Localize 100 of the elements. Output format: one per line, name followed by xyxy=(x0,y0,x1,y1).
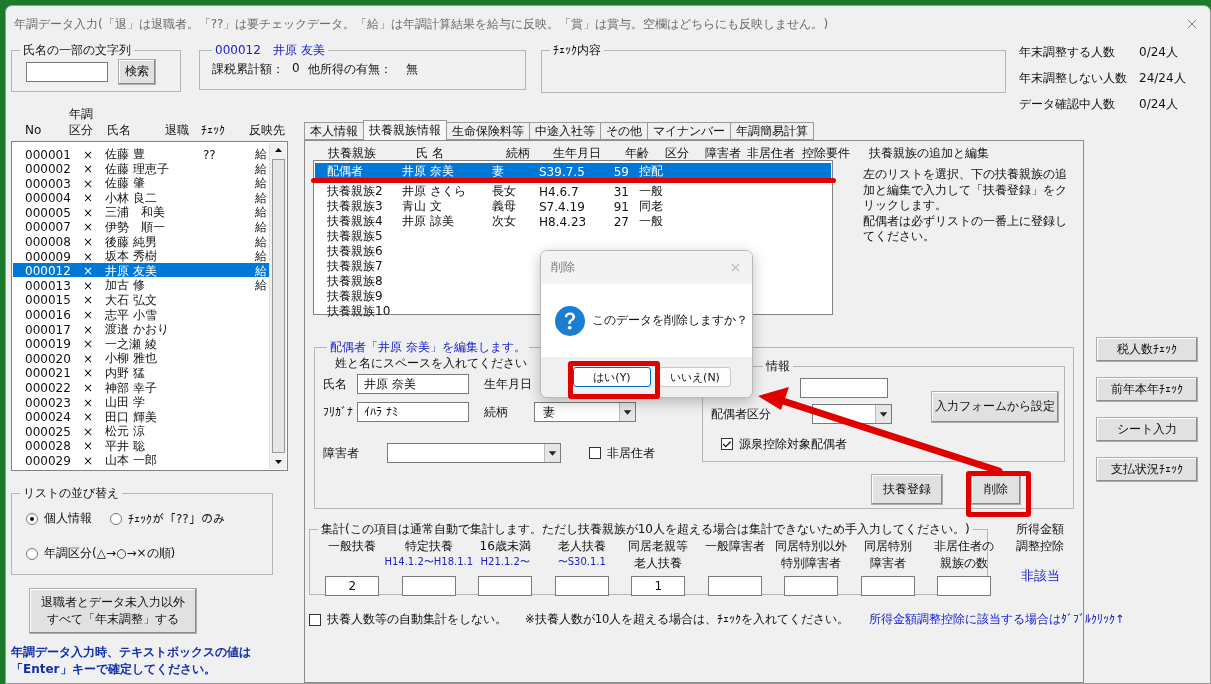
radio-option[interactable]: 個人情報 xyxy=(26,510,92,527)
tab[interactable]: その他 xyxy=(600,122,648,140)
side-button[interactable]: 税人数ﾁｪｯｸ xyxy=(1096,337,1198,362)
total-label: 親族の数 xyxy=(940,555,989,573)
count-field[interactable] xyxy=(401,576,456,596)
column-header: 年調区分 xyxy=(69,105,94,138)
list-row[interactable]: 000001 × 佐藤 豊 ?? 給 xyxy=(13,146,269,161)
dialog-button[interactable]: いいえ(N) xyxy=(659,367,731,387)
count-field[interactable] xyxy=(784,576,839,596)
list-row[interactable]: 000003 × 佐藤 肇 給 xyxy=(13,175,269,190)
help-text: 配偶者は必ずリストの一番上に登録してください。 xyxy=(863,213,1068,245)
register-button[interactable]: 扶養登録 xyxy=(871,474,943,505)
list-row[interactable]: 000020 × 小柳 雅也 xyxy=(13,350,269,365)
count-field[interactable] xyxy=(860,576,915,596)
tab[interactable]: 中途入社等 xyxy=(529,122,601,140)
count-field[interactable] xyxy=(707,576,762,596)
count-field[interactable] xyxy=(478,576,533,596)
other-income-label: 他所得の有無： xyxy=(307,61,392,78)
adjustment-label: 調整控除 xyxy=(1016,537,1065,555)
caret-icon xyxy=(544,444,560,462)
bulk-adjust-button[interactable]: 退職者とデータ未入力以外 すべて「年末調整」する xyxy=(29,588,197,634)
name-field[interactable]: 井原 奈美 xyxy=(357,374,469,394)
tab[interactable]: マイナンバー xyxy=(647,122,731,140)
total-label: 同居特別 xyxy=(863,538,912,555)
group-title: 情報 xyxy=(764,358,791,375)
side-button[interactable]: 支払状況ﾁｪｯｸ xyxy=(1096,457,1198,482)
stat-label: 年末調整する人数 xyxy=(1019,44,1116,61)
list-row[interactable]: 000013 × 加古 修 給 xyxy=(13,277,269,292)
list-row[interactable]: 000022 × 神部 幸子 xyxy=(13,379,269,395)
group-title: 氏名の一部の文字列 xyxy=(22,42,132,59)
list-row[interactable]: 000021 × 内野 猛 xyxy=(13,364,269,380)
relation-dropdown[interactable]: 妻 xyxy=(534,402,636,422)
column-header: 氏名 xyxy=(107,121,132,138)
amount-field[interactable] xyxy=(799,378,888,398)
delete-button[interactable]: 削除 xyxy=(971,474,1021,505)
list-row[interactable]: 扶養親族7 xyxy=(315,258,402,273)
list-row[interactable]: 000005 × 三浦 和美 給 xyxy=(13,204,269,219)
list-row[interactable]: 扶養親族6 xyxy=(315,243,402,258)
count-field[interactable] xyxy=(937,576,992,596)
tab[interactable]: 年調簡易計算 xyxy=(730,122,814,140)
list-row[interactable]: 扶養親族9 xyxy=(315,288,402,303)
list-row[interactable]: 000009 × 坂本 秀樹 給 xyxy=(13,248,269,263)
dialog-button[interactable]: はい(Y) xyxy=(573,367,651,387)
help-text: 左のリストを選択、下の扶養親族の追加と編集で入力して「扶養登録」をクリックします。 xyxy=(863,167,1068,214)
list-row[interactable]: 000002 × 佐藤 理恵子 給 xyxy=(13,160,269,176)
count-field[interactable] xyxy=(554,576,609,596)
list-row[interactable]: 000008 × 後藤 純男 給 xyxy=(13,233,269,249)
list-row[interactable]: 000004 × 小林 良二 給 xyxy=(13,189,269,205)
list-row[interactable]: 配偶者 井原 奈美 妻 S39.7.5 59 控配 xyxy=(315,163,831,178)
list-row[interactable]: 000015 × 大石 弘文 xyxy=(13,291,269,307)
tab[interactable]: 本人情報 xyxy=(304,122,364,140)
adjustment-value[interactable]: 非該当 xyxy=(1020,566,1060,585)
count-field[interactable]: 1 xyxy=(631,576,686,596)
checkbox[interactable]: 源泉控除対象配偶者 xyxy=(720,435,847,453)
adjustment-link[interactable]: 所得金額調整控除に該当する場合はﾀﾞﾌﾞﾙｸﾘｯｸ↑ xyxy=(869,612,1125,627)
tab[interactable]: 生命保険料等 xyxy=(446,122,530,140)
stat-value: 0/24人 xyxy=(1139,96,1179,113)
list-row[interactable]: 000025 × 松元 涼 xyxy=(13,423,269,438)
radio-option[interactable]: ﾁｪｯｸが「??」のみ xyxy=(110,510,225,527)
column-header: 生年月日 xyxy=(553,145,602,162)
list-row[interactable]: 000007 × 伊勢 順一 給 xyxy=(13,218,269,234)
side-button[interactable]: シート入力 xyxy=(1096,417,1198,442)
age-range: H21.1.2〜 xyxy=(480,555,530,570)
list-row[interactable]: 扶養親族2 井原 さくら 長女 H4.6.7 31 一般 xyxy=(315,183,831,198)
search-button[interactable]: 検索 xyxy=(118,59,156,85)
list-row[interactable]: 扶養親族5 xyxy=(315,228,402,243)
scroll-thumb[interactable] xyxy=(271,159,285,453)
list-row[interactable]: 000028 × 平井 聡 xyxy=(13,437,269,453)
total-label: 一般障害者 xyxy=(704,538,765,555)
list-row[interactable]: 扶養親族4 井原 諒美 次女 H8.4.23 27 一般 xyxy=(315,213,831,228)
list-row[interactable]: 000017 × 渡邉 かおり xyxy=(13,321,269,336)
search-field[interactable] xyxy=(26,62,108,82)
auto-note: ※扶養人数が10人を超える場合は、ﾁｪｯｸを入れてください。 xyxy=(525,612,850,627)
list-row[interactable]: 扶養親族8 xyxy=(315,273,402,288)
form-set-button[interactable]: 入力フォームから設定 xyxy=(930,391,1059,423)
list-row[interactable]: 000016 × 志平 小雪 xyxy=(13,306,269,322)
column-header: 扶養親族 xyxy=(328,145,377,162)
scrollbar[interactable] xyxy=(269,143,286,469)
list-row[interactable]: 000019 × 一之瀬 綾 xyxy=(13,335,269,351)
group-title: 集計(この項目は通常自動で集計します。ただし扶養親族が10人を超える場合は集計できないため手入力してください。) xyxy=(320,521,971,538)
side-button[interactable]: 前年本年ﾁｪｯｸ xyxy=(1096,377,1198,402)
list-row[interactable]: 000012 × 井原 友美 給 xyxy=(13,262,269,278)
checkbox[interactable]: 扶養人数等の自動集計をしない。 xyxy=(309,612,507,627)
stat-label: データ確認中人数 xyxy=(1019,96,1116,113)
name-hint: 姓と名にスペースを入れてください xyxy=(335,356,527,371)
total-label: 障害者 xyxy=(869,555,906,573)
count-field[interactable]: 2 xyxy=(325,576,380,596)
disability-dropdown[interactable] xyxy=(387,443,561,463)
list-row[interactable]: 扶養親族10 xyxy=(315,303,402,318)
list-row[interactable]: 000029 × 山本 一郎 xyxy=(13,452,269,468)
kana-field[interactable]: ｲﾊﾗ ﾅﾐ xyxy=(357,402,469,422)
column-header: 年齢 xyxy=(625,145,650,162)
list-row[interactable]: 000024 × 田口 輝美 xyxy=(13,408,269,424)
list-row[interactable]: 000023 × 山田 学 xyxy=(13,394,269,409)
window-title: 年調データ入力(「退」は退職者。「??」は要チェックデータ。「給」は年調計算結果を給与に反映。「賞」は賞与。空欄はどちらにも反映しません。) xyxy=(14,15,829,33)
radio-option[interactable]: 年調区分(△→○→×の順) xyxy=(26,545,176,562)
tab[interactable]: 扶養親族情報 xyxy=(363,120,447,140)
field-label: 続柄 xyxy=(484,403,509,421)
list-row[interactable]: 扶養親族3 青山 文 義母 S7.4.19 91 同老 xyxy=(315,198,831,213)
checkbox[interactable]: 非居住者 xyxy=(589,444,655,462)
